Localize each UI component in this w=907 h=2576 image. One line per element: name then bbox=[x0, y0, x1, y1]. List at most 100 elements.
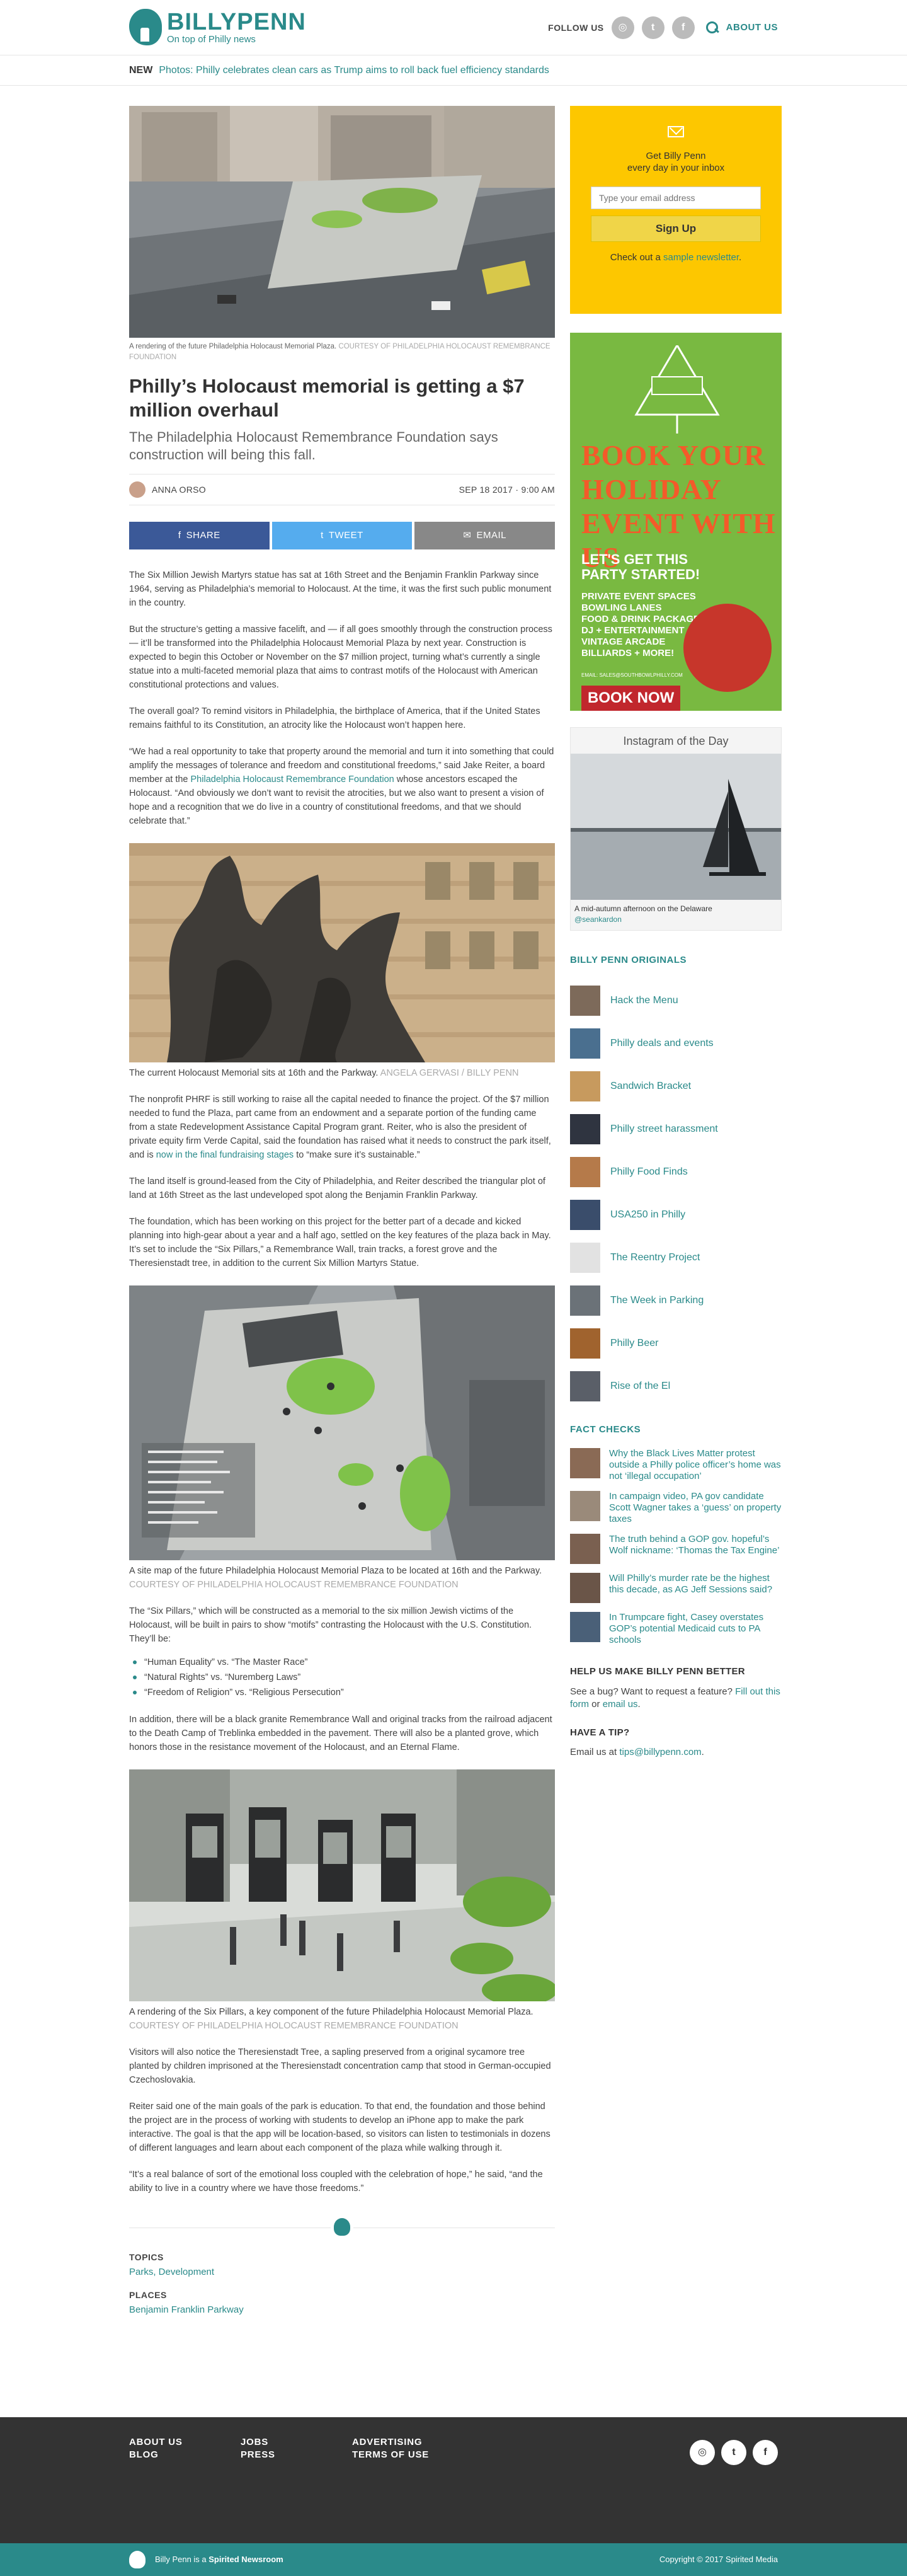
thumbnail bbox=[570, 1448, 600, 1478]
list-item[interactable]: Sandwich Bracket bbox=[570, 1065, 782, 1108]
instagram-photo[interactable] bbox=[571, 754, 781, 900]
instagram-caption: A mid-autumn afternoon on the Delaware bbox=[574, 904, 712, 913]
twitter-icon: t bbox=[321, 529, 324, 541]
site-footer: ABOUT US JOBS ADVERTISING BLOG PRESS TER… bbox=[0, 2417, 907, 2576]
advertisement[interactable]: BOOK YOUR HOLIDAY EVENT WITH US LET'S GE… bbox=[570, 333, 782, 711]
footer-jobs-link[interactable]: JOBS bbox=[241, 2436, 352, 2449]
instagram-user-link[interactable]: @seankardon bbox=[571, 914, 781, 930]
list-item[interactable]: Philly Food Finds bbox=[570, 1151, 782, 1193]
paragraph: The Six Million Jewish Martyrs statue ha… bbox=[129, 570, 552, 608]
paragraph: The nonprofit PHRF is still working to r… bbox=[129, 1095, 551, 1160]
logo-name: BILLYPENN bbox=[167, 9, 306, 35]
facebook-icon[interactable]: f bbox=[671, 16, 695, 39]
topics-links[interactable]: Parks, Development bbox=[129, 2265, 555, 2280]
list-item[interactable]: Rise of the El bbox=[570, 1365, 782, 1408]
help-heading: HELP US MAKE BILLY PENN BETTER bbox=[570, 1666, 745, 1677]
site-map-credit: COURTESY OF PHILADELPHIA HOLOCAUST REMEM… bbox=[129, 1580, 459, 1590]
phrf-link[interactable]: Philadelphia Holocaust Remembrance Found… bbox=[191, 774, 394, 785]
places-link[interactable]: Benjamin Franklin Parkway bbox=[129, 2303, 555, 2318]
share-buttons: f SHARE t TWEET ✉ EMAIL bbox=[129, 522, 556, 549]
pillars-caption: A rendering of the Six Pillars, a key co… bbox=[129, 2007, 533, 2017]
paragraph: The “Six Pillars,” which will be constru… bbox=[129, 1606, 532, 1644]
facebook-icon[interactable]: f bbox=[753, 2440, 778, 2465]
list-item[interactable]: The truth behind a GOP gov. hopeful’s Wo… bbox=[570, 1534, 782, 1564]
site-logo[interactable]: BILLYPENN On top of Philly news bbox=[129, 9, 306, 45]
ad-sub2: PARTY STARTED! bbox=[581, 566, 700, 582]
newsletter-line2: every day in your inbox bbox=[627, 163, 725, 173]
paragraph: Visitors will also notice the Theresiens… bbox=[129, 2047, 551, 2085]
thumbnail bbox=[570, 1156, 600, 1187]
footer-press-link[interactable]: PRESS bbox=[241, 2449, 352, 2461]
footer-about-link[interactable]: ABOUT US bbox=[129, 2436, 241, 2449]
list-item[interactable]: Philly Beer bbox=[570, 1322, 782, 1365]
facebook-icon: f bbox=[178, 529, 181, 541]
paragraph: The overall goal? To remind visitors in … bbox=[129, 706, 540, 730]
list-item[interactable]: In campaign video, PA gov candidate Scot… bbox=[570, 1491, 782, 1525]
instagram-icon[interactable]: ◎ bbox=[690, 2440, 715, 2465]
list-item[interactable]: Hack the Menu bbox=[570, 979, 782, 1022]
footer-advertising-link[interactable]: ADVERTISING bbox=[352, 2436, 464, 2449]
bell-logo-icon bbox=[129, 9, 162, 45]
thumbnail bbox=[570, 1491, 600, 1521]
thumbnail bbox=[570, 1371, 600, 1401]
article: A rendering of the future Philadelphia H… bbox=[129, 106, 556, 2318]
spirited-newsroom-link[interactable]: Spirited Newsroom bbox=[208, 2555, 283, 2564]
article-date: SEP 18 2017 bbox=[459, 484, 513, 495]
list-item[interactable]: The Reentry Project bbox=[570, 1236, 782, 1279]
fundraising-link[interactable]: now in the final fundraising stages bbox=[156, 1150, 294, 1160]
bell-logo-icon bbox=[331, 2218, 353, 2237]
thumbnail bbox=[570, 1071, 600, 1101]
list-item[interactable]: The Week in Parking bbox=[570, 1279, 782, 1322]
instagram-icon[interactable]: ◎ bbox=[611, 16, 634, 39]
footer-blog-link[interactable]: BLOG bbox=[129, 2449, 241, 2461]
ornament-tree-icon bbox=[634, 345, 720, 434]
article-end-divider bbox=[129, 2218, 555, 2237]
twitter-icon[interactable]: t bbox=[641, 16, 665, 39]
news-headline-link[interactable]: Photos: Philly celebrates clean cars as … bbox=[159, 63, 549, 78]
thumbnail bbox=[570, 1028, 600, 1059]
sign-up-button[interactable]: Sign Up bbox=[591, 216, 761, 242]
newsletter-signup: Get Billy Penn every day in your inbox S… bbox=[570, 106, 782, 314]
list-item: “Freedom of Religion” vs. “Religious Per… bbox=[133, 1685, 555, 1700]
thumbnail bbox=[570, 1612, 600, 1642]
paragraph: The foundation, which has been working o… bbox=[129, 1217, 551, 1268]
share-facebook-button[interactable]: f SHARE bbox=[129, 522, 270, 549]
book-now-button[interactable]: BOOK NOW bbox=[581, 686, 681, 711]
list-item[interactable]: USA250 in Philly bbox=[570, 1193, 782, 1236]
about-us-link[interactable]: ABOUT US bbox=[726, 21, 778, 35]
sidebar: Get Billy Penn every day in your inbox S… bbox=[570, 106, 782, 1759]
follow-label: FOLLOW US bbox=[548, 22, 604, 33]
statue-credit: ANGELA GERVASI / BILLY PENN bbox=[380, 1068, 519, 1078]
tips-email-link[interactable]: tips@billypenn.com bbox=[619, 1747, 701, 1757]
footer-terms-link[interactable]: TERMS OF USE bbox=[352, 2449, 464, 2461]
sample-newsletter-link[interactable]: sample newsletter bbox=[663, 252, 739, 263]
footer-nav: ABOUT US JOBS ADVERTISING BLOG PRESS TER… bbox=[129, 2436, 464, 2461]
list-item[interactable]: Why the Black Lives Matter protest outsi… bbox=[570, 1448, 782, 1482]
author-name[interactable]: ANNA ORSO bbox=[152, 483, 206, 497]
logo-tagline: On top of Philly news bbox=[167, 34, 256, 45]
statue-caption: The current Holocaust Memorial sits at 1… bbox=[129, 1068, 379, 1078]
list-item: “Human Equality” vs. “The Master Race” bbox=[133, 1655, 555, 1670]
news-label: NEW bbox=[129, 64, 153, 76]
hero-image bbox=[129, 106, 555, 338]
bell-logo-icon bbox=[129, 2551, 145, 2568]
share-twitter-button[interactable]: t TWEET bbox=[271, 522, 413, 549]
article-dek: The Philadelphia Holocaust Remembrance F… bbox=[129, 429, 498, 463]
statue-photo bbox=[129, 843, 555, 1062]
share-email-button[interactable]: ✉ EMAIL bbox=[414, 522, 556, 549]
list-item[interactable]: Philly street harassment bbox=[570, 1108, 782, 1151]
email-us-link[interactable]: email us bbox=[603, 1699, 638, 1710]
twitter-icon[interactable]: t bbox=[721, 2440, 746, 2465]
article-title: Philly’s Holocaust memorial is getting a… bbox=[129, 375, 525, 421]
paragraph: “It’s a real balance of sort of the emot… bbox=[129, 2170, 543, 2194]
search-icon[interactable] bbox=[705, 21, 719, 34]
list-item[interactable]: In Trumpcare fight, Casey overstates GOP… bbox=[570, 1612, 782, 1646]
instagram-title: Instagram of the Day bbox=[623, 735, 729, 747]
list-item[interactable]: Philly deals and events bbox=[570, 1022, 782, 1065]
newsletter-email-input[interactable] bbox=[591, 187, 761, 209]
footer-social: ◎ t f bbox=[690, 2440, 778, 2465]
byline: ANNA ORSO SEP 18 2017 · 9:00 AM bbox=[129, 474, 555, 505]
list-item[interactable]: Will Philly’s murder rate be the highest… bbox=[570, 1573, 782, 1603]
fact-checks-heading: FACT CHECKS bbox=[570, 1423, 641, 1435]
envelope-icon bbox=[668, 126, 684, 137]
